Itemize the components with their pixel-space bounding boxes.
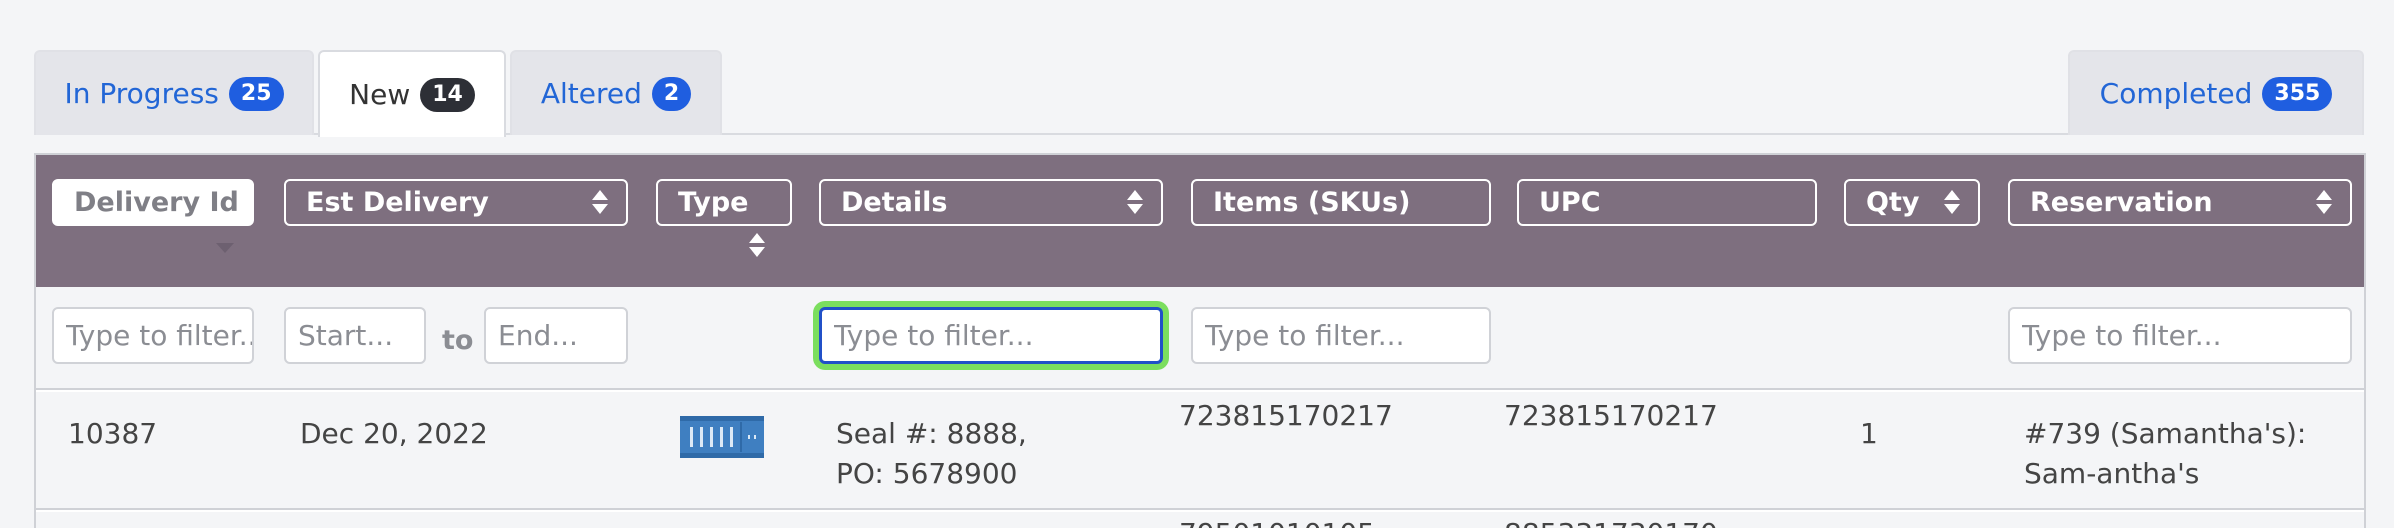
count-badge: 355 [2262,76,2333,111]
count-badge: 25 [228,76,284,111]
sort-icon [1127,190,1143,216]
items-cell: 723815170217 [1179,399,1393,432]
details-filter-input[interactable] [819,307,1163,364]
qty-cell: 1 [1860,417,1878,450]
range-to-label: to [442,325,474,356]
reservation-line-2: Sam-antha's [2024,457,2200,490]
upc-cell: 885331730170 [1504,514,1718,528]
sort-items-button[interactable]: Items (SKUs) [1191,179,1491,226]
sort-est-delivery-button[interactable]: Est Delivery [284,179,628,226]
table-row[interactable]: 79501010105 885331730170 [36,512,2364,528]
column-label: Qty [1866,187,1920,218]
filter-row: to [36,287,2364,390]
items-filter-input[interactable] [1191,307,1491,364]
upc-cell: 723815170217 [1504,399,1718,432]
sort-type-button[interactable]: Type [656,179,792,226]
column-label: Reservation [2030,187,2213,218]
tab-label: In Progress [64,77,219,110]
details-line-1: Seal #: 8888, [836,417,1027,450]
column-label: Items (SKUs) [1213,187,1411,218]
sort-icon [749,233,765,259]
end-date-input[interactable] [484,307,628,364]
tab-altered[interactable]: Altered 2 [510,50,722,135]
sort-icon [1944,190,1960,216]
column-label: Type [678,187,749,218]
sort-upc-button[interactable]: UPC [1517,179,1817,226]
sort-icon [2316,190,2332,216]
tab-new[interactable]: New 14 [318,50,506,137]
table-header: Delivery Id Est Delivery Type Details It… [36,155,2364,287]
shipping-container-icon [680,416,764,458]
tab-completed[interactable]: Completed 355 [2068,50,2364,135]
column-label: Delivery Id [74,187,239,218]
column-label: Details [841,187,948,218]
items-cell: 79501010105 [1179,514,1375,528]
sort-details-button[interactable]: Details [819,179,1163,226]
column-label: Est Delivery [306,187,489,218]
table-row[interactable]: 10387 Dec 20, 2022 Seal #: 8888, PO: 567… [36,392,2364,510]
sort-icon [592,190,608,216]
tab-in-progress[interactable]: In Progress 25 [34,50,314,135]
reservation-filter-input[interactable] [2008,307,2352,364]
reservation-line-1: #739 (Samantha's): [2024,417,2307,450]
page: In Progress 25 New 14 Altered 2 Complete… [0,0,2394,528]
tab-label: Completed [2099,77,2253,110]
count-badge: 2 [651,76,692,111]
details-line-2: PO: 5678900 [836,457,1018,490]
sort-qty-button[interactable]: Qty [1844,179,1980,226]
tab-label: Altered [540,77,642,110]
status-tabs: In Progress 25 New 14 Altered 2 Complete… [34,50,2364,137]
sort-reservation-button[interactable]: Reservation [2008,179,2352,226]
est-delivery-cell: Dec 20, 2022 [300,417,488,450]
start-date-input[interactable] [284,307,426,364]
count-badge: 14 [420,77,475,112]
column-label: UPC [1539,187,1601,218]
delivery-id-cell: 10387 [68,417,158,450]
deliveries-table: Delivery Id Est Delivery Type Details It… [34,153,2366,528]
delivery-id-filter-input[interactable] [52,307,254,364]
tab-label: New [349,78,411,111]
sort-delivery-id-button[interactable]: Delivery Id [52,179,254,226]
sort-desc-icon [216,243,234,253]
